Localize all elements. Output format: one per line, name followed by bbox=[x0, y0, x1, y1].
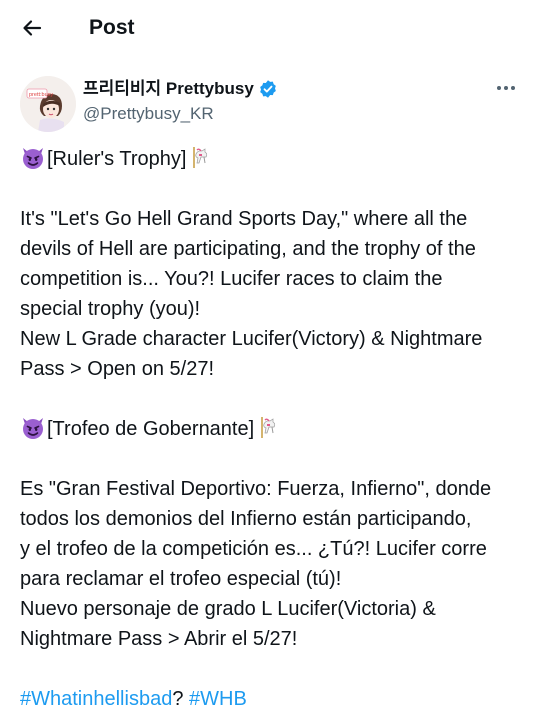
tweet-en-line: competition is... You?! Lucifer races to… bbox=[20, 268, 443, 290]
display-name[interactable]: 프리티비지 Prettybusy bbox=[83, 78, 254, 100]
tweet-es-line: Nuevo personaje de grado L Lucifer(Victo… bbox=[20, 598, 436, 620]
post-author: prett:busy 프리티비지 Prettybusy @Prettybusy_… bbox=[20, 76, 520, 132]
post-header: Post bbox=[0, 0, 540, 56]
smiling-imp-emoji bbox=[23, 418, 43, 439]
verified-badge-icon bbox=[258, 79, 278, 99]
hashtag-link[interactable]: #WHB bbox=[189, 688, 247, 710]
tweet-es-line: Es "Gran Festival Deportivo: Fuerza, Inf… bbox=[20, 478, 492, 500]
smiling-imp-emoji bbox=[23, 148, 43, 169]
carousel-horse-emoji bbox=[193, 147, 208, 168]
tweet-es-line: para reclamar el trofeo especial (tú)! bbox=[20, 568, 342, 590]
tweet-en-line: Pass > Open on 5/27! bbox=[20, 358, 215, 380]
tweet-en-line: special trophy (you)! bbox=[20, 298, 201, 320]
carousel-horse-emoji bbox=[261, 417, 276, 438]
tweet-en-title: [Ruler's Trophy] bbox=[47, 148, 187, 170]
tweet-en-title-line: [Ruler's Trophy] bbox=[20, 144, 530, 174]
tweet-en-line: New L Grade character Lucifer(Victory) &… bbox=[20, 328, 483, 350]
avatar[interactable]: prett:busy bbox=[20, 76, 76, 132]
display-name-row: 프리티비지 Prettybusy bbox=[83, 77, 278, 101]
tweet-text: [Ruler's Trophy] It's "Let's Go Hell Gra… bbox=[20, 144, 530, 714]
hashtag-separator: ? bbox=[172, 688, 190, 710]
back-button[interactable] bbox=[18, 14, 46, 42]
avatar-logo-text: prett:busy bbox=[29, 92, 53, 98]
user-handle[interactable]: @Prettybusy_KR bbox=[83, 103, 214, 125]
tweet-es-title-line: [Trofeo de Gobernante] bbox=[20, 414, 530, 444]
arrow-left-icon bbox=[23, 20, 42, 36]
avatar-image: prett:busy bbox=[20, 76, 76, 132]
more-options-button[interactable] bbox=[494, 78, 518, 98]
tweet-es-line: todos los demonios del Infierno están pa… bbox=[20, 508, 472, 530]
page-title: Post bbox=[89, 16, 135, 39]
tweet-en-line: devils of Hell are participating, and th… bbox=[20, 238, 476, 260]
hashtag-link[interactable]: #Whatinhellisbad bbox=[20, 688, 172, 710]
tweet-en-line: It's "Let's Go Hell Grand Sports Day," w… bbox=[20, 208, 468, 230]
tweet-es-title: [Trofeo de Gobernante] bbox=[47, 418, 255, 440]
hashtag-line: #Whatinhellisbad? #WHB bbox=[20, 684, 530, 714]
more-horizontal-icon bbox=[497, 86, 515, 90]
tweet-es-line: y el trofeo de la competición es... ¿Tú?… bbox=[20, 538, 487, 560]
tweet-es-line: Nightmare Pass > Abrir el 5/27! bbox=[20, 628, 298, 650]
